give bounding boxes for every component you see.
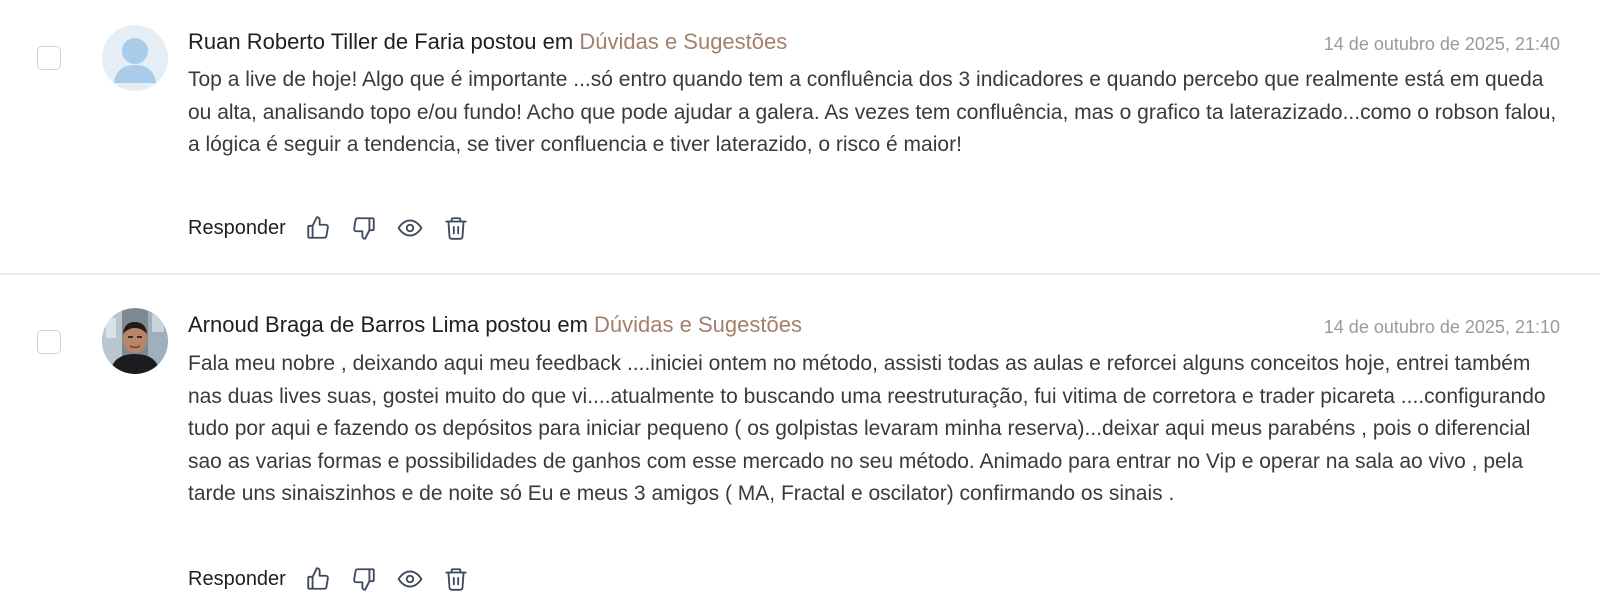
post-item: Arnoud Braga de Barros Lima postou em Dú… xyxy=(0,276,1600,613)
category-link[interactable]: Dúvidas e Sugestões xyxy=(579,29,787,54)
avatar[interactable] xyxy=(102,308,168,374)
post-body: Top a live de hoje! Algo que é important… xyxy=(188,68,1557,156)
select-post-checkbox[interactable] xyxy=(37,330,61,354)
reply-button[interactable]: Responder xyxy=(188,568,286,591)
user-photo-icon xyxy=(102,308,168,374)
post-body: Fala meu nobre , deixando aqui meu feedb… xyxy=(188,352,1546,505)
post-header: Arnoud Braga de Barros Lima postou em Dú… xyxy=(188,310,1560,340)
author-name[interactable]: Ruan Roberto Tiller de Faria xyxy=(188,29,464,54)
post-date: 14 de outubro de 2025, 21:40 xyxy=(1323,34,1560,54)
thumbs-up-icon[interactable] xyxy=(304,565,332,593)
author-name[interactable]: Arnoud Braga de Barros Lima xyxy=(188,312,479,337)
eye-icon[interactable] xyxy=(396,214,424,242)
post-date: 14 de outubro de 2025, 21:10 xyxy=(1323,317,1560,337)
avatar[interactable] xyxy=(102,25,168,91)
thumbs-down-icon[interactable] xyxy=(350,565,378,593)
post-actions: Responder xyxy=(188,213,488,243)
trash-icon[interactable] xyxy=(442,565,470,593)
trash-icon[interactable] xyxy=(442,214,470,242)
posted-in-label: postou em xyxy=(470,29,574,54)
post-feed: Ruan Roberto Tiller de Faria postou em D… xyxy=(0,0,1600,613)
post-actions: Responder xyxy=(188,564,488,594)
thumbs-down-icon[interactable] xyxy=(350,214,378,242)
posted-in-label: postou em xyxy=(485,312,588,337)
default-avatar-icon xyxy=(102,25,168,91)
category-link[interactable]: Dúvidas e Sugestões xyxy=(594,312,802,337)
post-header: Ruan Roberto Tiller de Faria postou em D… xyxy=(188,27,1560,57)
select-post-checkbox[interactable] xyxy=(37,46,61,70)
eye-icon[interactable] xyxy=(396,565,424,593)
reply-button[interactable]: Responder xyxy=(188,217,286,240)
thumbs-up-icon[interactable] xyxy=(304,214,332,242)
post-item: Ruan Roberto Tiller de Faria postou em D… xyxy=(0,0,1600,275)
